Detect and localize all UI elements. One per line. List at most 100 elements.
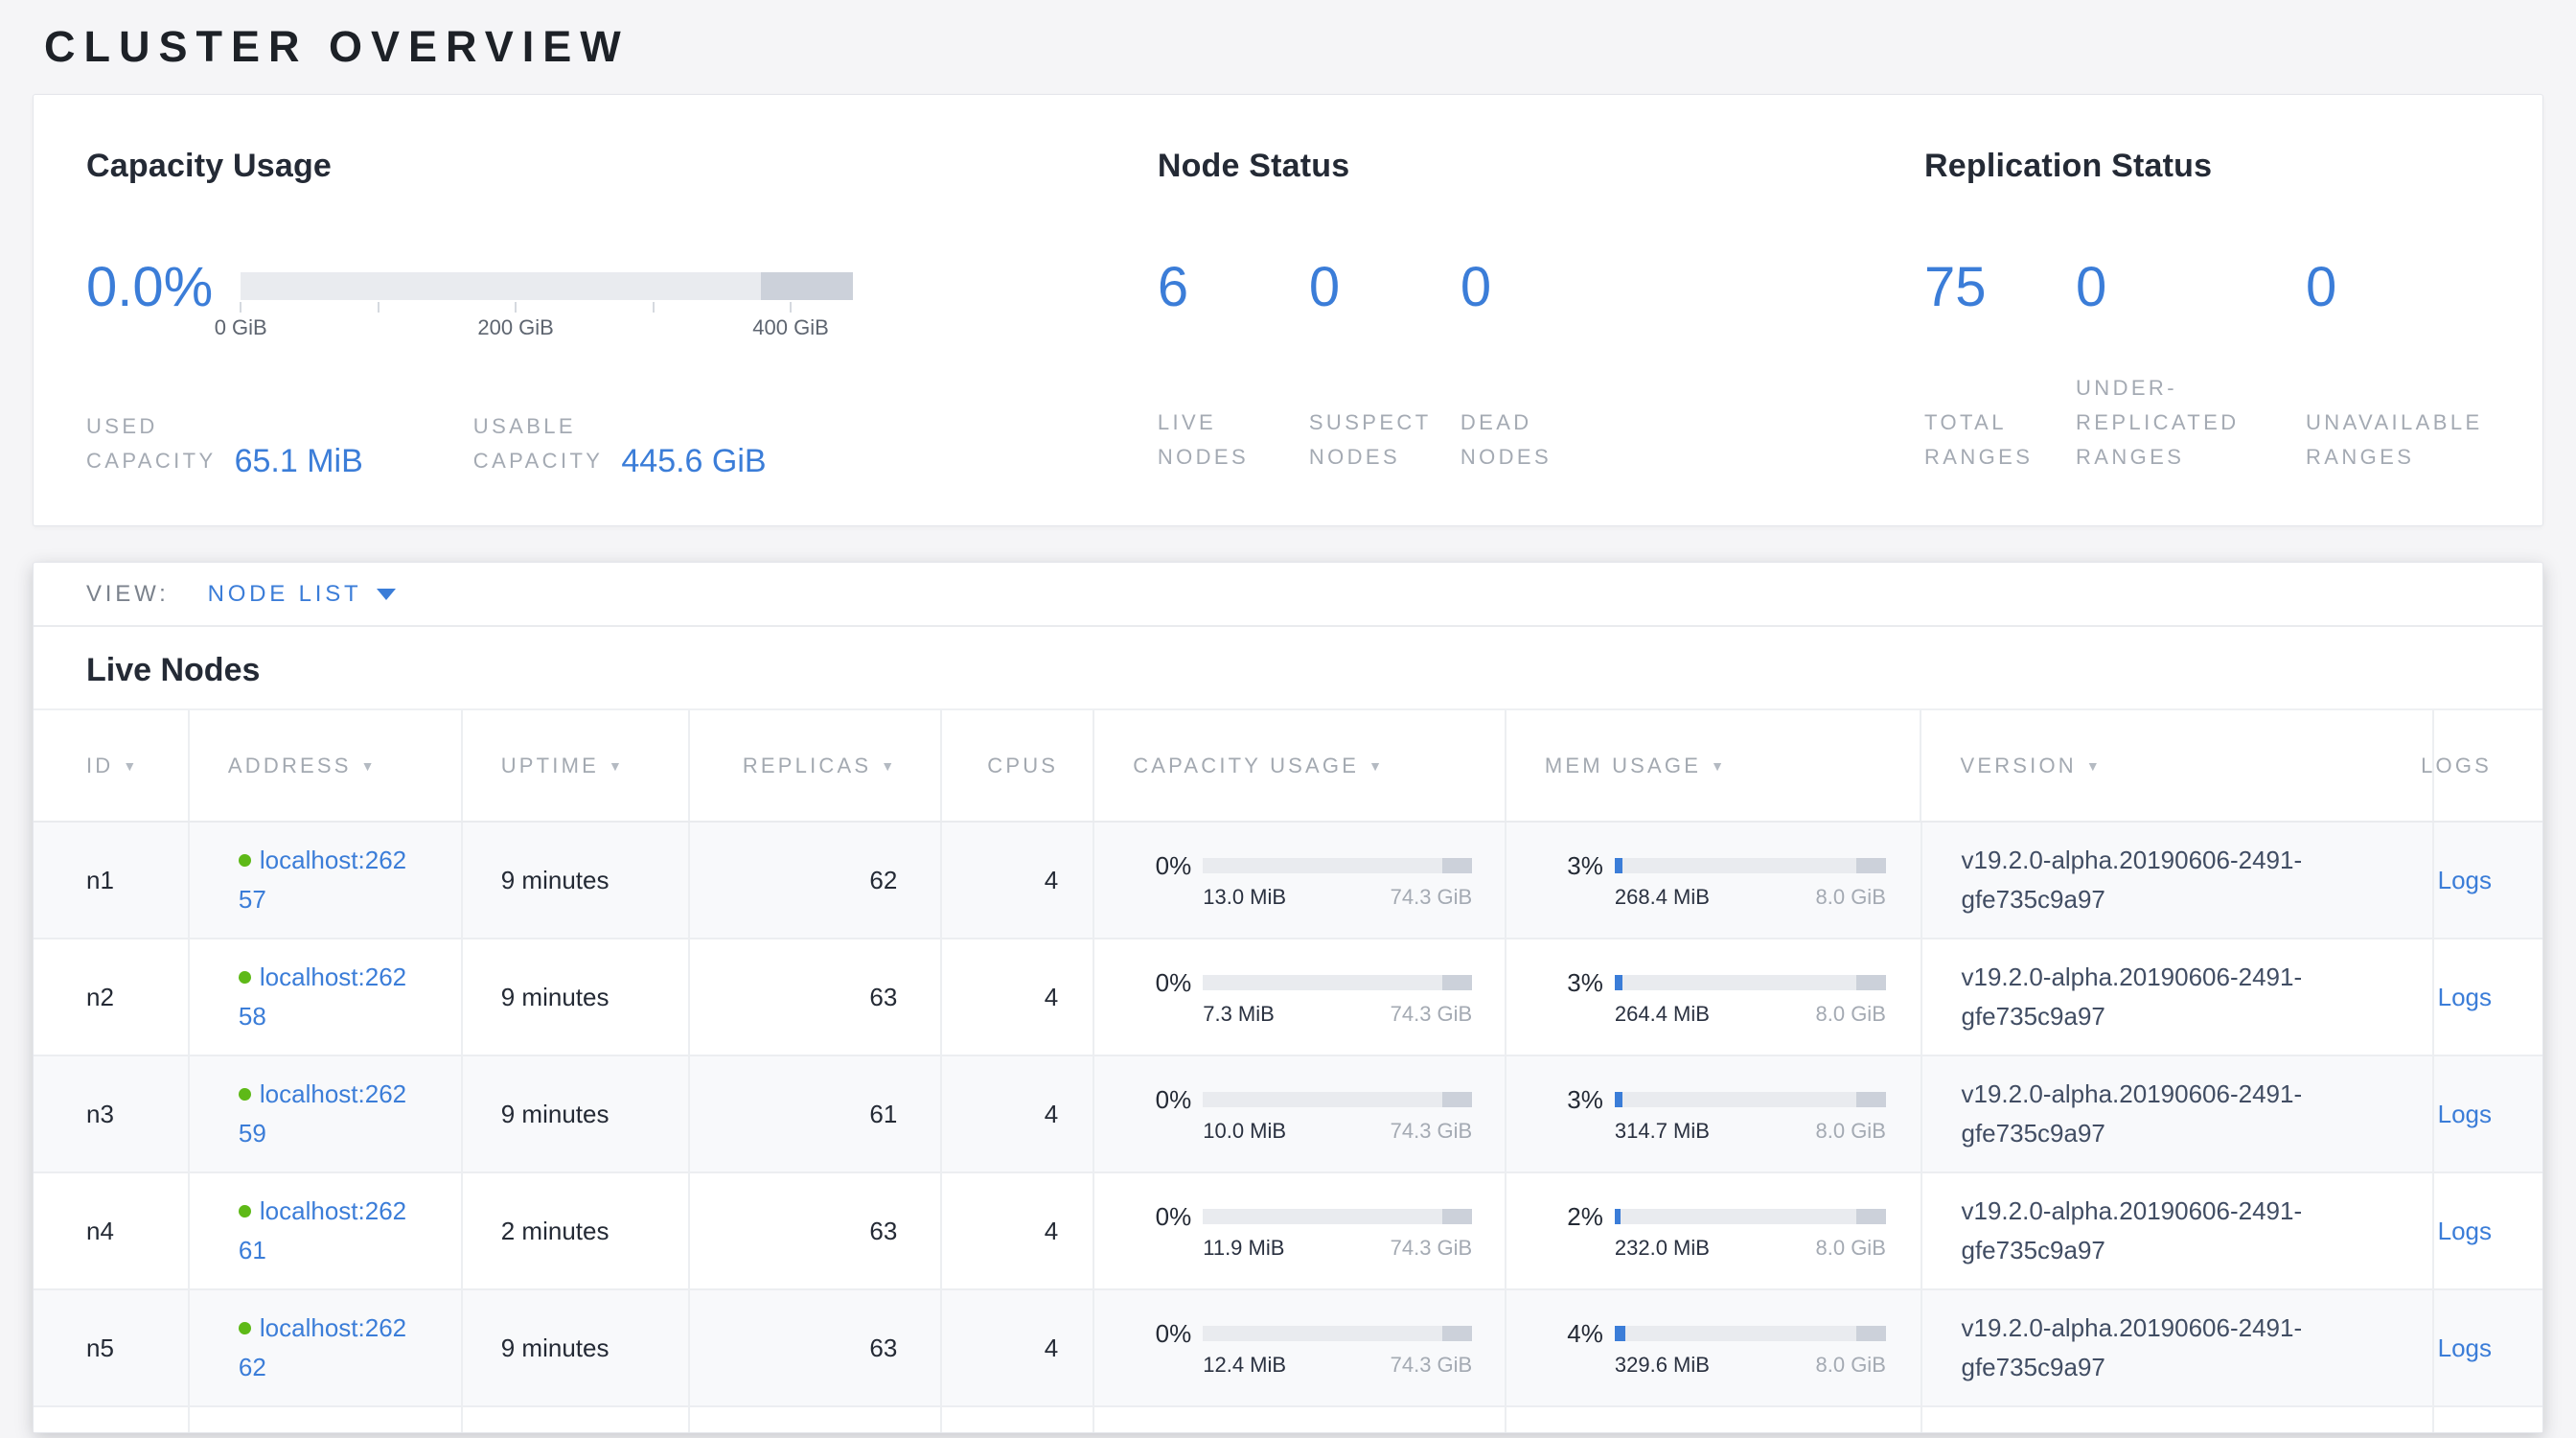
uptime-value: 9 minutes [501, 983, 688, 1011]
stat-label-line: LIVE [1158, 406, 1300, 440]
usage-bar-fill [1615, 1326, 1625, 1341]
column-header-id[interactable]: ID [34, 710, 190, 821]
stat-label-line: RANGES [1924, 440, 2066, 475]
cell-partial [942, 1407, 1094, 1432]
column-header-memory[interactable]: MEM USAGE [1506, 710, 1922, 821]
usage-labels: 10.0 MiB74.3 GiB [1203, 1120, 1472, 1143]
usage-percent: 0% [1134, 1085, 1191, 1114]
stat-label-line: USABLE [473, 409, 604, 444]
usage-bar [1203, 1209, 1472, 1224]
node-id: n3 [86, 1100, 188, 1128]
usage-bar-fill [1615, 1092, 1622, 1107]
cell-replicas: 63 [690, 1290, 943, 1405]
column-header-logs: LOGS [2434, 710, 2542, 821]
usage-bar [1615, 1326, 1886, 1341]
usage-bar-reserved-segment [1442, 858, 1472, 873]
uptime-value: 9 minutes [501, 1100, 688, 1128]
table-row: n5localhost:262629 minutes6340%12.4 MiB7… [34, 1290, 2542, 1407]
column-label: VERSION [1960, 754, 2076, 778]
cell-address: localhost:26259 [190, 1056, 463, 1171]
view-dropdown[interactable]: NODE LIST [208, 581, 397, 608]
cell-node-id: n2 [34, 939, 190, 1055]
cell-logs: Logs [2434, 823, 2542, 938]
cell-replicas: 62 [690, 823, 943, 938]
usage-labels: 11.9 MiB74.3 GiB [1203, 1237, 1472, 1260]
usage-bar-row: 4% [1546, 1319, 1920, 1348]
replicas-value: 62 [869, 866, 897, 894]
usage-bar-fill [1615, 975, 1622, 990]
stat-label-line: RANGES [2076, 440, 2296, 475]
stat-label: SUSPECTNODES [1309, 406, 1451, 475]
logs-link[interactable]: Logs [2438, 866, 2492, 894]
address-link[interactable]: localhost:26261 [239, 1196, 406, 1264]
usage-labels: 232.0 MiB8.0 GiB [1615, 1237, 1886, 1260]
column-header-address[interactable]: ADDRESS [190, 710, 463, 821]
usage-bar-reserved-segment [1856, 1092, 1886, 1107]
usage-used-value: 12.4 MiB [1203, 1354, 1286, 1377]
view-dropdown-value: NODE LIST [208, 581, 362, 608]
address: localhost:26259 [239, 1075, 418, 1153]
table-row-partial [34, 1407, 2542, 1432]
column-header-capacity[interactable]: CAPACITY USAGE [1094, 710, 1506, 821]
logs-link[interactable]: Logs [2438, 1217, 2492, 1245]
view-label: VIEW: [86, 581, 170, 608]
usage-labels: 264.4 MiB 8.0 GiB [1615, 1003, 1886, 1026]
usage-used-value: 264.4 MiB [1615, 1003, 1710, 1026]
cell-logs: Logs [2434, 1056, 2542, 1171]
logs-link[interactable]: Logs [2438, 1334, 2492, 1362]
axis-tick-label: 200 GiB [477, 315, 554, 340]
address-link[interactable]: localhost:26259 [239, 1079, 406, 1148]
usage-labels: 268.4 MiB8.0 GiB [1615, 886, 1886, 909]
stat-label-line: USED [86, 409, 217, 444]
column-header-uptime[interactable]: UPTIME [463, 710, 690, 821]
stat-label: DEADNODES [1460, 406, 1602, 475]
usage-bar-reserved-segment [1442, 975, 1472, 990]
usage-total-value: 8.0 GiB [1816, 1003, 1886, 1026]
stat-label: USEDCAPACITY [86, 409, 217, 478]
column-label: CAPACITY USAGE [1133, 754, 1359, 778]
column-label: LOGS [2421, 754, 2492, 778]
cell-partial [463, 1407, 690, 1432]
usage-labels: 314.7 MiB8.0 GiB [1615, 1120, 1886, 1143]
stat-value: 75 [1924, 260, 2066, 315]
column-header-replicas[interactable]: REPLICAS [690, 710, 943, 821]
axis-tick-label: 0 GiB [215, 315, 267, 340]
address-link[interactable]: localhost:26257 [239, 846, 406, 914]
stat-label-line: TOTAL [1924, 406, 2066, 440]
node-status-heading: Node Status [1158, 147, 1924, 185]
cell-partial [690, 1407, 943, 1432]
usage-bar-reserved-segment [1856, 1326, 1886, 1341]
sort-desc-icon [2086, 759, 2103, 773]
address: localhost:26262 [239, 1309, 418, 1387]
logs-link[interactable]: Logs [2438, 1100, 2492, 1128]
cell-uptime: 2 minutes [463, 1173, 690, 1288]
cluster-overview-page: CLUSTER OVERVIEW Capacity Usage 0.0% 0 G… [0, 0, 2576, 1433]
uptime-value: 9 minutes [501, 1334, 688, 1362]
usage-bar-reserved-segment [1442, 1092, 1472, 1107]
cell-version: v19.2.0-alpha.20190606-2491-gfe735c9a97 [1922, 1173, 2435, 1288]
cell-partial [1922, 1407, 2435, 1432]
cell-address: localhost:26261 [190, 1173, 463, 1288]
cell-cpus: 4 [942, 823, 1094, 938]
cpus-value: 4 [1045, 866, 1058, 894]
usage-percent: 3% [1546, 968, 1603, 997]
usage-bar-row: 3% [1546, 968, 1920, 997]
summary-stat: 0SUSPECTNODES [1309, 260, 1460, 475]
usage-used-value: 10.0 MiB [1203, 1120, 1286, 1143]
column-header-version[interactable]: VERSION [1921, 710, 2434, 821]
address-link[interactable]: localhost:26258 [239, 963, 406, 1031]
usage-bar [1203, 1092, 1472, 1107]
usage-used-value: 268.4 MiB [1615, 886, 1710, 909]
node-list-card: VIEW: NODE LIST Live Nodes IDADDRESSUPTI… [33, 562, 2543, 1433]
logs-link[interactable]: Logs [2438, 983, 2492, 1011]
summary-stat: 0DEADNODES [1460, 260, 1612, 475]
address-link[interactable]: localhost:26262 [239, 1313, 406, 1381]
usage-bar-row: 3% [1546, 1085, 1920, 1114]
node-live-status-icon [239, 1205, 251, 1218]
version-value: v19.2.0-alpha.20190606-2491-gfe735c9a97 [1962, 1309, 2404, 1387]
usage-bar-reserved-segment [1856, 975, 1886, 990]
usage-used-value: 7.3 MiB [1203, 1003, 1275, 1026]
cell-capacity-usage: 0%12.4 MiB74.3 GiB [1094, 1290, 1506, 1405]
cpus-value: 4 [1045, 983, 1058, 1011]
summary-stat: 75 TOTALRANGES [1924, 260, 2076, 475]
